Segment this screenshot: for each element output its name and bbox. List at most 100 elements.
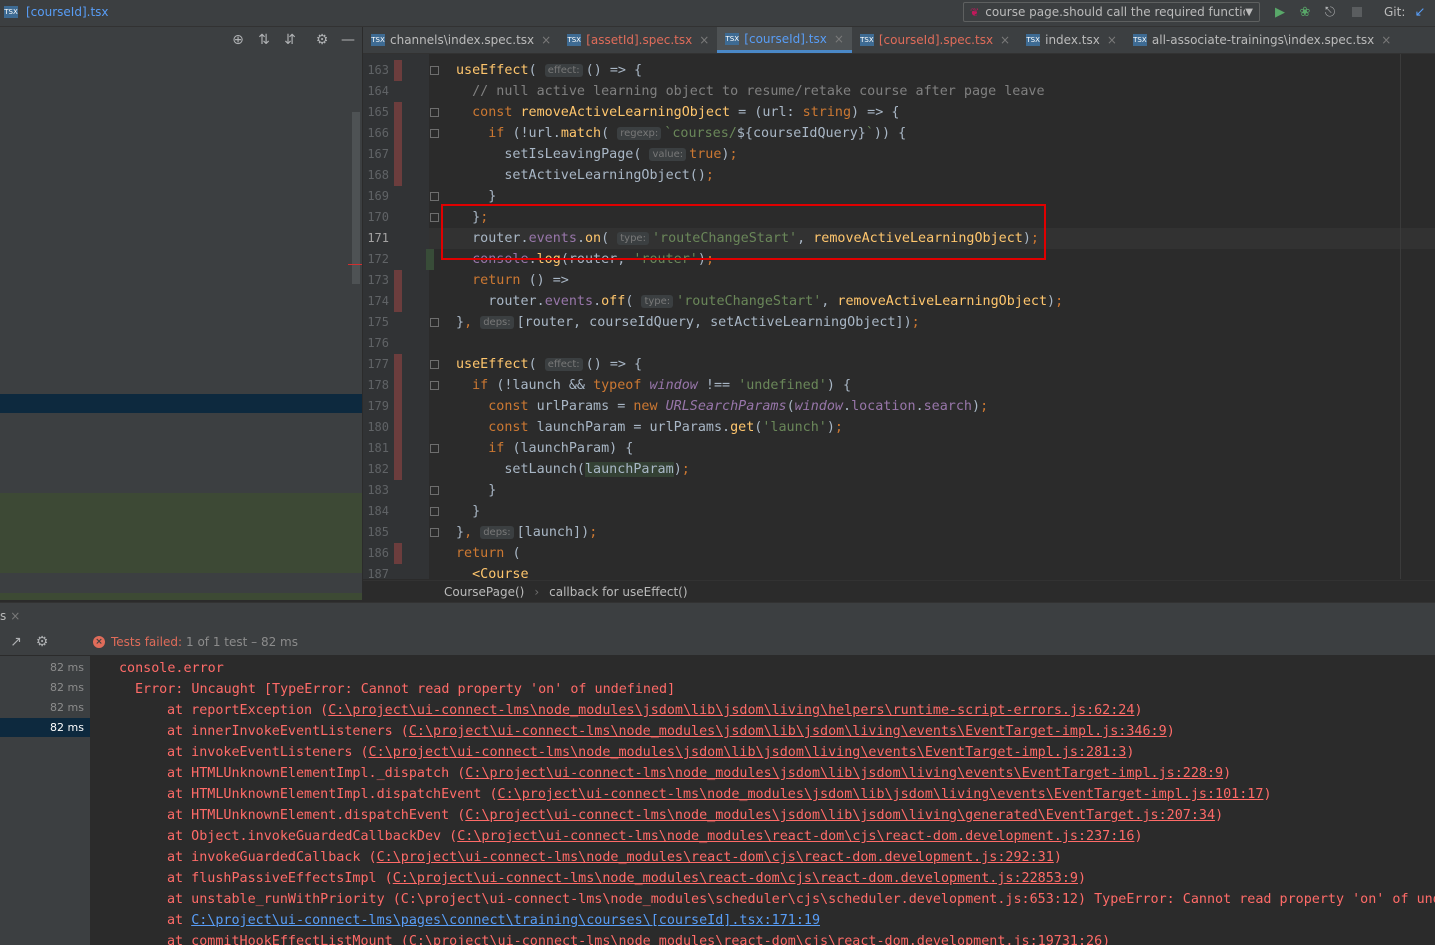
- play-icon[interactable]: ▶: [1272, 4, 1288, 20]
- console-line: at innerInvokeEventListeners (C:\project…: [167, 721, 1175, 742]
- stop-icon[interactable]: [1349, 4, 1365, 20]
- console-text-suffix: ): [1215, 808, 1224, 823]
- stack-trace-link[interactable]: C:\project\ui-connect-lms\node_modules\r…: [457, 829, 1134, 844]
- fold-marker[interactable]: [430, 108, 439, 117]
- crosshair-icon[interactable]: ⊕: [230, 32, 246, 48]
- stack-trace-link[interactable]: C:\project\ui-connect-lms\node_modules\r…: [377, 850, 1054, 865]
- line-number: 169: [367, 189, 389, 203]
- fold-marker[interactable]: [430, 381, 439, 390]
- code-editor[interactable]: 163 164 165 166 167 168 169 170 171 172 173 174 175 1…: [363, 54, 1435, 579]
- close-icon[interactable]: ×: [834, 32, 844, 46]
- gear-icon[interactable]: ⚙: [314, 32, 330, 48]
- run-toolbar: ↗ ⚙ × Tests failed: 1 of 1 test – 82 ms: [0, 629, 1435, 655]
- close-icon[interactable]: ×: [1107, 33, 1117, 47]
- stack-trace-link[interactable]: C:\project\ui-connect-lms\node_modules\j…: [465, 808, 1215, 823]
- fold-marker[interactable]: [430, 507, 439, 516]
- git-label: Git:: [1384, 5, 1406, 19]
- change-marker: [394, 102, 402, 186]
- file-title: TSX [courseId].tsx: [4, 5, 109, 19]
- tsx-file-icon: TSX: [1026, 34, 1041, 46]
- close-icon[interactable]: ×: [541, 33, 551, 47]
- line-number: 163: [367, 63, 389, 77]
- line-number: 171: [367, 231, 389, 245]
- gear-icon[interactable]: ⚙: [34, 634, 50, 650]
- fold-marker[interactable]: [430, 66, 439, 75]
- collapse-all-icon[interactable]: ⇵: [282, 32, 298, 48]
- code-line: useEffect( effect:() => {: [456, 357, 643, 372]
- fold-marker[interactable]: [430, 318, 439, 327]
- fold-marker[interactable]: [430, 360, 439, 369]
- stack-trace-link[interactable]: C:\project\ui-connect-lms\node_modules\j…: [369, 745, 1127, 760]
- console-output[interactable]: console.error Error: Uncaught [TypeError:…: [91, 656, 1435, 945]
- stack-trace-link[interactable]: C:\project\ui-connect-lms\node_modules\j…: [409, 724, 1167, 739]
- test-time[interactable]: 82 ms: [50, 701, 84, 714]
- minimize-icon[interactable]: —: [340, 32, 356, 48]
- run-configuration-select[interactable]: ❦ course page.should call the required f…: [963, 2, 1260, 22]
- line-number: 167: [367, 147, 389, 161]
- expand-all-icon[interactable]: ⇅: [256, 32, 272, 48]
- stack-trace-link[interactable]: C:\project\ui-connect-lms\node_modules\j…: [465, 766, 1223, 781]
- test-time[interactable]: 82 ms: [50, 681, 84, 694]
- close-icon[interactable]: ×: [10, 609, 20, 623]
- editor-tab[interactable]: TSX [assetId].spec.tsx ×: [559, 27, 717, 53]
- code-line: }: [456, 504, 481, 519]
- editor-tabs: TSX channels\index.spec.tsx × TSX [assetId].…: [363, 27, 1435, 54]
- fold-marker[interactable]: [430, 129, 439, 138]
- change-marker: [394, 543, 402, 564]
- breadcrumb: CoursePage() › callback for useEffect(): [363, 580, 1435, 602]
- editor-tab[interactable]: TSX [courseId].tsx ×: [717, 27, 852, 53]
- file-title-label: [courseId].tsx: [26, 5, 109, 19]
- line-number: 177: [367, 357, 389, 371]
- close-icon[interactable]: ×: [699, 33, 709, 47]
- editor-scrollbar[interactable]: [1400, 54, 1401, 579]
- source-link[interactable]: C:\project\ui-connect-lms\pages\connect\…: [191, 913, 820, 928]
- line-number: 168: [367, 168, 389, 182]
- console-text-suffix: ): [1053, 850, 1062, 865]
- editor-tab[interactable]: TSX channels\index.spec.tsx ×: [363, 27, 559, 53]
- fold-marker[interactable]: [430, 444, 439, 453]
- line-number: 183: [367, 483, 389, 497]
- code-line: useEffect( effect:() => {: [456, 63, 643, 78]
- line-number: 166: [367, 126, 389, 140]
- console-text: at invokeGuardedCallback (: [167, 850, 377, 865]
- project-tree-highlight-2: [0, 593, 362, 600]
- fold-marker[interactable]: [430, 528, 439, 537]
- test-status-detail: 1 of 1 test – 82 ms: [186, 635, 298, 649]
- git-update-icon[interactable]: ↙: [1412, 4, 1428, 20]
- test-time[interactable]: 82 ms: [50, 721, 84, 734]
- stack-trace-link[interactable]: C:\project\ui-connect-lms\node_modules\j…: [498, 787, 1264, 802]
- code-line: setLaunch(launchParam);: [456, 462, 690, 477]
- run-tool-window-header: s ×: [0, 602, 1435, 629]
- coverage-icon[interactable]: ⎋: [1322, 4, 1338, 20]
- test-time[interactable]: 82 ms: [50, 661, 84, 674]
- project-tree-selected-row[interactable]: [0, 394, 362, 413]
- breadcrumb-item[interactable]: CoursePage(): [444, 585, 524, 599]
- bug-icon[interactable]: ❀: [1297, 4, 1313, 20]
- code-line: setIsLeavingPage( value: true);: [456, 147, 738, 162]
- fold-marker[interactable]: [430, 213, 439, 222]
- project-scrollbar[interactable]: [352, 112, 360, 284]
- run-tab[interactable]: s ×: [0, 609, 20, 623]
- code-line: // null active learning object to resume…: [472, 84, 1045, 99]
- chevron-down-icon: ▼: [1245, 6, 1253, 18]
- fold-marker[interactable]: [430, 192, 439, 201]
- export-icon[interactable]: ↗: [8, 634, 24, 650]
- line-number: 184: [367, 504, 389, 518]
- added-line-marker: [426, 249, 434, 270]
- code-line: }, deps: [router, courseIdQuery, setActiv…: [456, 315, 920, 330]
- close-icon[interactable]: ×: [1000, 33, 1010, 47]
- tsx-file-icon: TSX: [1132, 34, 1147, 46]
- console-line: at flushPassiveEffectsImpl (C:\project\u…: [167, 868, 1086, 889]
- code-line: if (!url.match( regexp: `courses/${course…: [488, 126, 907, 141]
- console-line: at reportException (C:\project\ui-connec…: [167, 700, 1143, 721]
- editor-tab[interactable]: TSX index.tsx ×: [1018, 27, 1125, 53]
- console-text-suffix: ): [1078, 871, 1087, 886]
- editor-tab[interactable]: TSX all-associate-trainings\index.spec.ts…: [1125, 27, 1399, 53]
- stack-trace-link[interactable]: C:\project\ui-connect-lms\node_modules\r…: [393, 871, 1078, 886]
- fold-marker[interactable]: [430, 486, 439, 495]
- stack-trace-link[interactable]: C:\project\ui-connect-lms\node_modules\j…: [328, 703, 1134, 718]
- code-line: const urlParams = new URLSearchParams(wi…: [488, 399, 989, 414]
- editor-tab[interactable]: TSX [courseId].spec.tsx ×: [852, 27, 1018, 53]
- breadcrumb-item[interactable]: callback for useEffect(): [549, 585, 687, 599]
- close-icon[interactable]: ×: [1381, 33, 1391, 47]
